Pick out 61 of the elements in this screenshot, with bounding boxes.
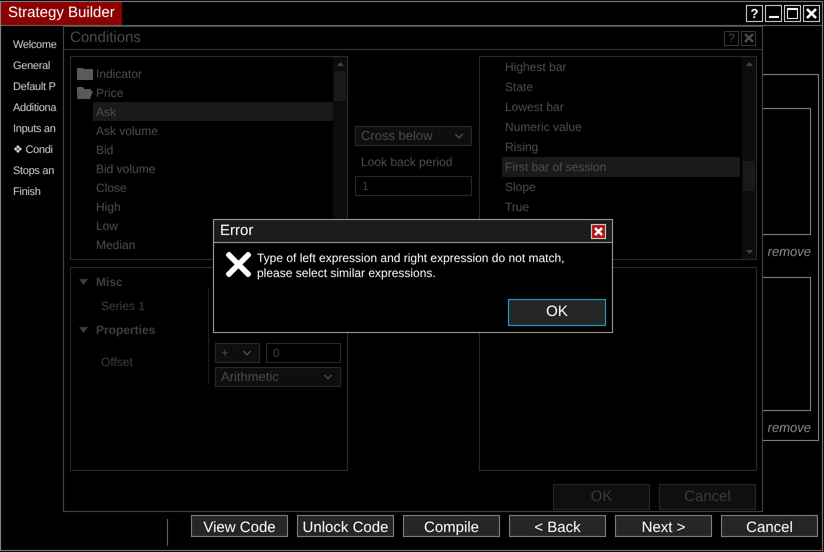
sidebar-item[interactable]: Finish bbox=[13, 184, 41, 205]
maximize-button[interactable] bbox=[784, 5, 801, 22]
sidebar-item[interactable]: ❖ Condi bbox=[13, 142, 53, 163]
wizard-button[interactable]: View Code bbox=[191, 515, 288, 537]
dialog-title: Conditions bbox=[70, 28, 141, 48]
help-button[interactable]: ? bbox=[746, 5, 763, 22]
dialog-title: Error bbox=[220, 220, 254, 241]
expanded-triangle-icon[interactable] bbox=[79, 327, 88, 333]
tree-item[interactable]: High bbox=[93, 197, 333, 216]
tree-item[interactable]: Price bbox=[96, 84, 124, 102]
operator-select[interactable]: + bbox=[215, 343, 260, 363]
mode-select[interactable]: Arithmetic bbox=[215, 367, 341, 387]
tree-item[interactable]: Ask volume bbox=[93, 121, 333, 140]
list-item[interactable]: Rising bbox=[502, 137, 740, 157]
list-item[interactable]: Highest bar bbox=[502, 57, 740, 77]
sidebar-item[interactable]: Welcome bbox=[13, 37, 57, 58]
list-item[interactable]: State bbox=[502, 77, 740, 97]
sidebar-item[interactable]: Additiona bbox=[13, 100, 56, 121]
property-label: Offset bbox=[100, 354, 134, 371]
scroll-thumb[interactable] bbox=[743, 161, 755, 191]
error-icon bbox=[226, 252, 251, 277]
sidebar-item[interactable]: Stops an bbox=[13, 163, 54, 184]
field-label: Look back period bbox=[361, 154, 454, 171]
remove-link[interactable]: remove bbox=[768, 242, 811, 262]
property-label: Series 1 bbox=[101, 298, 146, 315]
tree-item[interactable]: Bid volume bbox=[93, 159, 333, 178]
scroll-down-icon[interactable] bbox=[746, 250, 752, 254]
error-message: Type of left expression and right expression do not match, please select similar expressions. bbox=[257, 251, 566, 281]
sidebar-item[interactable]: Default P bbox=[13, 79, 56, 100]
expanded-triangle-icon[interactable] bbox=[79, 279, 88, 285]
list-item[interactable]: True bbox=[502, 197, 740, 217]
tree-item[interactable]: Bid bbox=[93, 140, 333, 159]
help-button[interactable]: ? bbox=[724, 30, 739, 46]
wizard-button[interactable]: Unlock Code bbox=[297, 515, 394, 537]
remove-link[interactable]: remove bbox=[768, 418, 811, 437]
ok-button[interactable]: OK bbox=[508, 299, 606, 326]
category-label: Misc bbox=[96, 274, 123, 291]
scroll-thumb[interactable] bbox=[334, 71, 346, 101]
wizard-button[interactable]: Cancel bbox=[721, 515, 818, 537]
tree-item[interactable]: Close bbox=[93, 178, 333, 197]
wizard-button[interactable]: Compile bbox=[403, 515, 500, 537]
tree-item[interactable]: Indicator bbox=[96, 64, 142, 82]
offset-field[interactable]: 0 bbox=[266, 343, 341, 363]
wizard-button[interactable]: < Back bbox=[509, 515, 606, 537]
sidebar-item[interactable]: General bbox=[13, 58, 50, 79]
scroll-up-icon[interactable] bbox=[746, 62, 752, 66]
scrollbar[interactable] bbox=[742, 57, 756, 259]
list-item[interactable]: Numeric value bbox=[502, 117, 740, 137]
look-back-field[interactable]: 1 bbox=[355, 176, 472, 196]
close-icon bbox=[594, 226, 603, 236]
list-item[interactable]: Slope bbox=[502, 177, 740, 197]
condition-select[interactable]: Cross below bbox=[355, 126, 472, 146]
close-icon bbox=[806, 8, 817, 19]
wizard-button[interactable]: Next > bbox=[615, 515, 712, 537]
scroll-up-icon[interactable] bbox=[336, 62, 344, 66]
list-item[interactable]: Lowest bar bbox=[502, 97, 740, 117]
window-title: Strategy Builder bbox=[1, 2, 122, 25]
minimize-button[interactable] bbox=[765, 5, 782, 22]
close-icon bbox=[744, 33, 754, 43]
sidebar-item[interactable]: Inputs an bbox=[13, 121, 56, 142]
category-label: Properties bbox=[96, 322, 156, 339]
